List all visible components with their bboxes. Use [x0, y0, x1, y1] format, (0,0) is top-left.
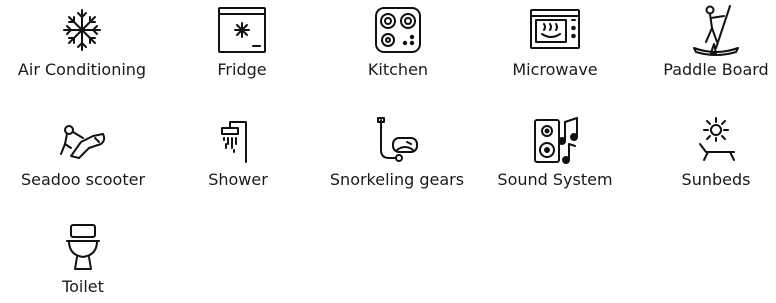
amenity-label: Shower — [208, 170, 268, 189]
amenity-kitchen: Kitchen — [318, 4, 478, 80]
amenity-paddle-board: Paddle Board — [636, 4, 776, 80]
amenity-shower: Shower — [158, 114, 318, 190]
amenities-grid: Air Conditioning Fridge Kitchen Microwav… — [0, 0, 776, 303]
amenity-toilet: Toilet — [3, 221, 163, 297]
toilet-icon — [57, 221, 109, 275]
amenity-label: Air Conditioning — [17, 60, 147, 79]
snowflake-icon — [56, 4, 108, 58]
amenity-label: Snorkeling gears — [329, 170, 465, 189]
amenity-snorkeling-gears: Snorkeling gears — [317, 114, 477, 190]
amenity-sound-system: Sound System — [475, 114, 635, 190]
amenity-label: Microwave — [512, 60, 598, 79]
amenity-label: Kitchen — [367, 60, 429, 79]
amenity-label: Sound System — [497, 170, 613, 189]
amenity-fridge: Fridge — [162, 4, 322, 80]
stove-icon — [372, 4, 424, 58]
amenity-label: Fridge — [217, 60, 267, 79]
amenity-label: Sunbeds — [681, 170, 751, 189]
amenity-microwave: Microwave — [475, 4, 635, 80]
fridge-icon — [216, 4, 268, 58]
shower-icon — [212, 114, 264, 168]
microwave-icon — [529, 4, 581, 58]
amenity-seadoo-scooter: Seadoo scooter — [3, 114, 163, 190]
speaker-music-icon — [529, 114, 581, 168]
amenity-label: Paddle Board — [663, 60, 769, 79]
amenity-label: Seadoo scooter — [20, 170, 146, 189]
sunbed-icon — [690, 114, 742, 168]
paddle-board-icon — [690, 4, 742, 58]
snorkel-icon — [371, 114, 423, 168]
sea-scooter-icon — [57, 114, 109, 168]
amenity-sunbeds: Sunbeds — [636, 114, 776, 190]
amenity-label: Toilet — [62, 277, 104, 296]
amenity-air-conditioning: Air Conditioning — [2, 4, 162, 80]
